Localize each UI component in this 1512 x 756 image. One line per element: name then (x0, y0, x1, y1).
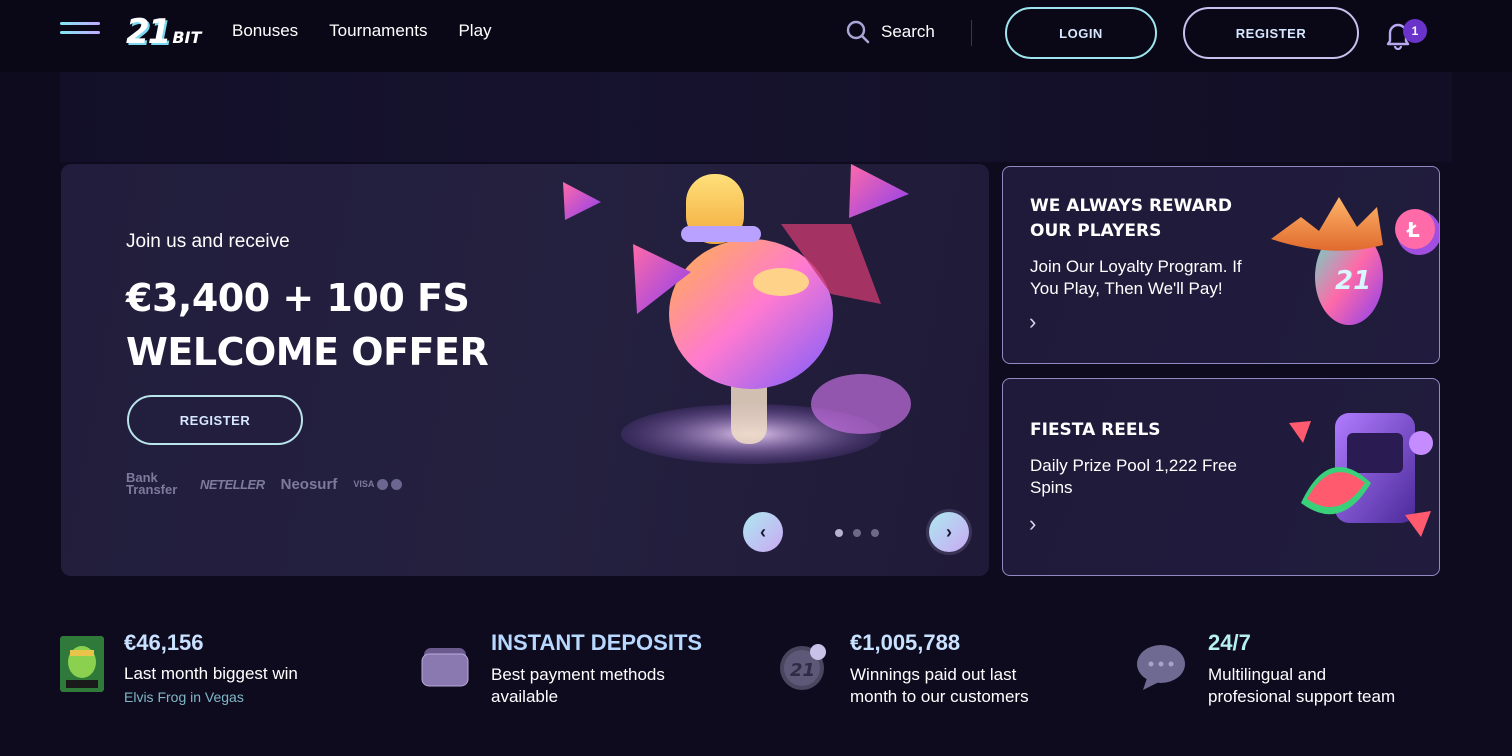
stat-value: €1,005,788 (850, 630, 961, 655)
hero-register-button[interactable]: REGISTER (127, 395, 303, 445)
chevron-right-icon: › (946, 521, 952, 542)
stat-value: 24/7 (1208, 630, 1251, 655)
stat-description-line1: Winnings paid out last (850, 665, 1017, 684)
card-title: WE ALWAYS REWARD OUR PLAYERS (1030, 194, 1232, 244)
crown-coin-icon: 21 Ł (1271, 197, 1439, 325)
logo-main: 21 (126, 12, 171, 52)
chevron-left-icon: ‹ (760, 521, 766, 542)
search-button[interactable]: Search (845, 19, 935, 45)
chevron-right-icon[interactable]: › (1029, 511, 1036, 537)
mastercard-icon (377, 478, 389, 490)
card-text: Daily Prize Pool 1,222 Free Spins (1030, 455, 1237, 499)
register-button[interactable]: REGISTER (1183, 7, 1359, 59)
payment-visa: VISA (353, 479, 375, 489)
card-text-line1: Join Our Loyalty Program. If (1030, 257, 1242, 276)
game-link[interactable]: Elvis Frog in Vegas (124, 689, 244, 705)
svg-text:21: 21 (1335, 266, 1371, 296)
stat-value: INSTANT DEPOSITS (491, 630, 703, 655)
search-icon (846, 20, 870, 44)
hero-title-line2: WELCOME OFFER (126, 330, 489, 374)
hero-title: €3,400 + 100 FS WELCOME OFFER (126, 271, 489, 379)
card-title-line2: OUR PLAYERS (1030, 221, 1162, 241)
stat-description-line1: Best payment methods (491, 665, 665, 684)
carousel-next-button[interactable]: › (929, 512, 969, 552)
hero-character-illustration (563, 164, 911, 464)
stat-description-line1: Multilingual and (1208, 665, 1327, 684)
svg-text:Ł: Ł (1406, 218, 1420, 242)
logo-small: BIT (172, 28, 202, 47)
stat-description: Last month biggest win (124, 664, 298, 683)
search-label: Search (881, 22, 935, 41)
card-title: FIESTA REELS (1030, 420, 1161, 440)
login-button[interactable]: LOGIN (1005, 7, 1157, 59)
nav-play[interactable]: Play (458, 21, 491, 41)
payment-bank-transfer: Bank Transfer (126, 470, 178, 497)
header-divider (971, 20, 972, 46)
nav-bonuses[interactable]: Bonuses (232, 21, 298, 41)
stat-description-line2: month to our customers (850, 687, 1029, 706)
maestro-icon (391, 478, 403, 490)
stat-description: Multilingual and profesional support tea… (1208, 664, 1395, 708)
carousel-dots (835, 529, 879, 537)
card-text-line1: Daily Prize Pool 1,222 Free (1030, 456, 1237, 475)
stat-description: Winnings paid out last month to our cust… (850, 664, 1029, 708)
hero-title-line1: €3,400 + 100 FS (126, 276, 470, 320)
wallet-icon (421, 648, 469, 687)
game-thumbnail[interactable] (60, 636, 104, 692)
top-header: 21 BIT Bonuses Tournaments Play Search L… (0, 0, 1512, 72)
carousel-prev-button[interactable]: ‹ (743, 512, 783, 552)
card-title-line1: WE ALWAYS REWARD (1030, 196, 1232, 216)
payment-methods: Bank Transfer NETELLER Neosurf VISA (126, 470, 403, 497)
payment-visa-mastercard: VISA (353, 478, 403, 490)
hero-subtitle: Join us and receive (126, 231, 290, 252)
logo[interactable]: 21 BIT (126, 12, 201, 52)
stat-description-line2: profesional support team (1208, 687, 1396, 706)
slot-machine-icon (1289, 413, 1433, 537)
notification-badge: 1 (1403, 19, 1427, 43)
stat-description-line2: available (491, 687, 559, 706)
card-text-line2: You Play, Then We'll Pay! (1030, 279, 1223, 298)
fiesta-reels-card[interactable]: FIESTA REELS Daily Prize Pool 1,222 Free… (1002, 378, 1440, 576)
chat-icon (1137, 645, 1185, 690)
chevron-right-icon[interactable]: › (1029, 309, 1036, 335)
nav-tournaments[interactable]: Tournaments (329, 21, 427, 41)
stat-value: €46,156 (124, 630, 204, 655)
carousel-dot-1[interactable] (835, 529, 843, 537)
card-text: Join Our Loyalty Program. If You Play, T… (1030, 256, 1242, 300)
coin-icon: 21 (780, 644, 826, 690)
hero-banner: Join us and receive €3,400 + 100 FS WELC… (61, 164, 989, 576)
card-text-line2: Spins (1030, 478, 1073, 497)
svg-text:21: 21 (790, 660, 815, 681)
notifications-button[interactable]: 1 (1385, 18, 1429, 50)
background-strip (60, 72, 1452, 162)
payment-neteller: NETELLER (200, 476, 265, 492)
loyalty-program-card[interactable]: WE ALWAYS REWARD OUR PLAYERS Join Our Lo… (1002, 166, 1440, 364)
stat-description: Best payment methods available (491, 664, 665, 708)
carousel-dot-2[interactable] (853, 529, 861, 537)
menu-icon[interactable] (60, 22, 100, 42)
payment-neosurf: Neosurf (280, 475, 338, 493)
carousel-dot-3[interactable] (871, 529, 879, 537)
main-nav: Bonuses Tournaments Play (232, 21, 492, 41)
